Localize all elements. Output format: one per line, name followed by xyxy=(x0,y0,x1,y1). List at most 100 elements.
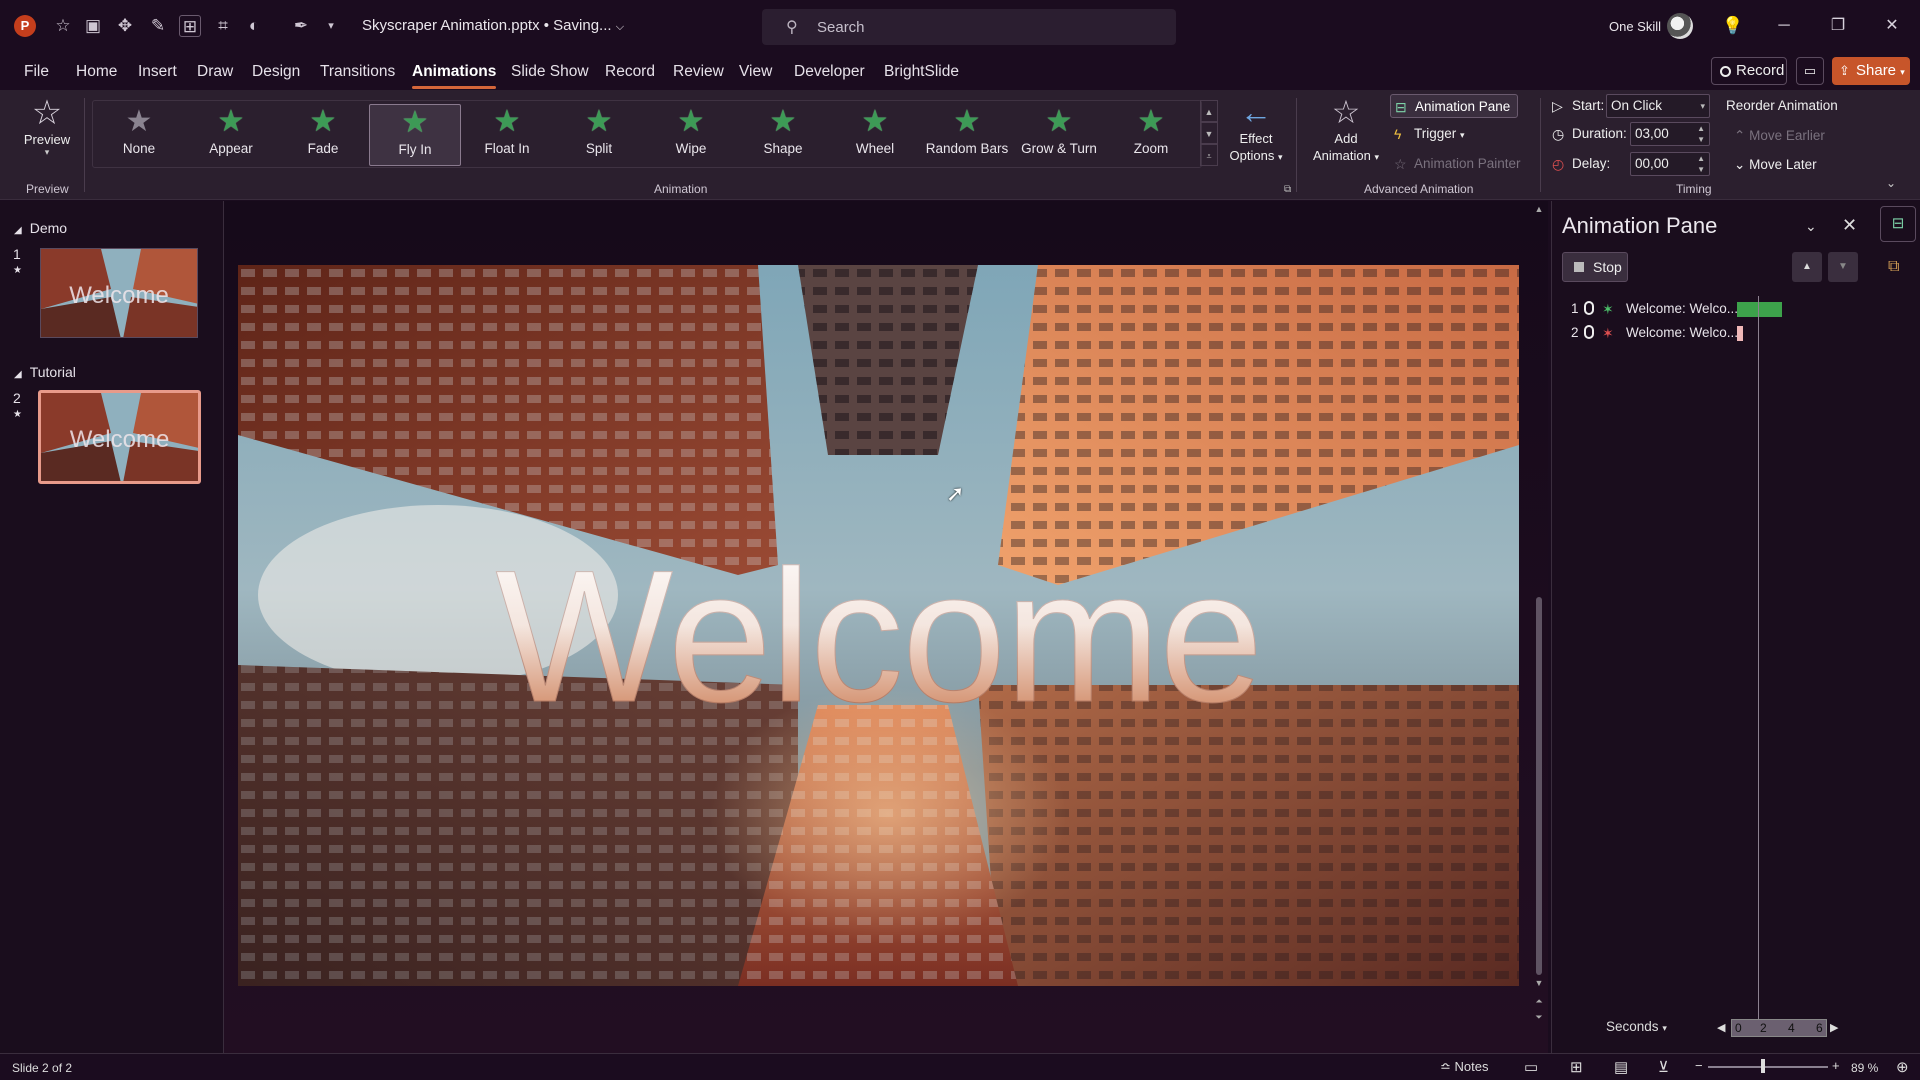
tab-record[interactable]: Record xyxy=(605,63,655,81)
picture-icon[interactable]: ▣ xyxy=(82,15,104,37)
timeline-bar[interactable] xyxy=(1737,326,1743,341)
customize-toolbar-icon[interactable]: ▾ xyxy=(320,15,342,37)
record-button[interactable]: Record xyxy=(1711,57,1787,85)
tab-transitions[interactable]: Transitions xyxy=(320,63,395,81)
crop-icon[interactable]: ⌗ xyxy=(212,15,234,37)
section-tutorial[interactable]: ◢ Tutorial xyxy=(14,364,76,380)
section-demo[interactable]: ◢ Demo xyxy=(14,220,67,236)
anim-wheel[interactable]: ★ Wheel xyxy=(829,104,921,166)
duration-field[interactable]: 03,00 ▲ ▼ xyxy=(1630,122,1710,146)
anim-wipe[interactable]: ★ Wipe xyxy=(645,104,737,166)
timeline-ruler[interactable]: ◀ 0 2 4 6 ▶ xyxy=(1717,1018,1841,1038)
move-earlier-button[interactable]: ⌃ Move Earlier xyxy=(1734,128,1825,144)
move-down-button[interactable]: ▼ xyxy=(1828,252,1858,282)
vertical-scrollbar[interactable]: ▲ ▼ ⏶ ⏷ xyxy=(1532,204,1546,1030)
anim-appear[interactable]: ★ Appear xyxy=(185,104,277,166)
ruler-right-icon[interactable]: ▶ xyxy=(1830,1018,1838,1038)
start-dropdown[interactable]: On Click ▾ xyxy=(1606,94,1710,118)
share-button[interactable]: ⇪ Share ▾ xyxy=(1832,57,1910,85)
anim-zoom[interactable]: ★ Zoom xyxy=(1105,104,1197,166)
reading-view-icon[interactable]: ▤ xyxy=(1614,1058,1628,1076)
tab-draw[interactable]: Draw xyxy=(197,63,233,81)
tab-animations[interactable]: Animations xyxy=(412,63,497,89)
tab-view[interactable]: View xyxy=(739,63,772,81)
comments-button[interactable]: ▭ xyxy=(1796,57,1824,85)
move-icon[interactable]: ✥ xyxy=(114,15,136,37)
pane-options-chevron-icon[interactable]: ⌄ xyxy=(1805,218,1817,235)
slide-sorter-icon[interactable]: ⊞ xyxy=(1570,1058,1583,1076)
animation-list-item[interactable]: 1 ✶ Welcome: Welco... xyxy=(1568,299,1848,319)
minimize-button[interactable]: ─ xyxy=(1764,10,1804,42)
timeline-bar[interactable] xyxy=(1737,302,1782,317)
tab-review[interactable]: Review xyxy=(673,63,724,81)
tab-home[interactable]: Home xyxy=(76,63,117,81)
close-window-button[interactable]: ✕ xyxy=(1872,10,1912,42)
document-title[interactable]: Skyscraper Animation.pptx • Saving... ⌵ xyxy=(362,17,624,34)
stop-button[interactable]: Stop xyxy=(1562,252,1628,282)
anim-random-bars[interactable]: ★ Random Bars xyxy=(921,104,1013,166)
fit-slide-icon[interactable]: ⊕ xyxy=(1896,1058,1909,1076)
anim-grow-turn[interactable]: ★ Grow & Turn xyxy=(1013,104,1105,166)
star-icon[interactable]: ☆ xyxy=(52,15,74,37)
tab-file[interactable]: File xyxy=(24,63,49,81)
move-later-button[interactable]: ⌄ Move Later xyxy=(1734,157,1817,173)
user-name[interactable]: One Skill xyxy=(1609,19,1661,34)
zoom-slider[interactable] xyxy=(1708,1066,1828,1068)
tab-design[interactable]: Design xyxy=(252,63,300,81)
seconds-dropdown[interactable]: Seconds ▾ xyxy=(1606,1019,1667,1034)
dialog-launcher-icon[interactable]: ⧉ xyxy=(1284,184,1291,195)
normal-view-icon[interactable]: ▭ xyxy=(1524,1058,1538,1076)
animation-painter-button[interactable]: ☆ Animation Painter xyxy=(1390,152,1521,176)
add-animation-button[interactable]: ☆ Add Animation ▾ xyxy=(1300,94,1392,174)
slide-canvas[interactable]: Welcome xyxy=(238,265,1519,986)
previous-slide-icon[interactable]: ⏶ xyxy=(1532,996,1546,1007)
selection-pane-icon[interactable]: ⧉ xyxy=(1888,258,1899,276)
anim-none[interactable]: ★ None xyxy=(93,104,185,166)
preview-button[interactable]: ☆ Preview ▾ xyxy=(12,94,82,174)
zoom-out-icon[interactable]: − xyxy=(1695,1058,1703,1073)
animation-pane-button[interactable]: ⊟ Animation Pane xyxy=(1390,94,1518,118)
shape-fill-icon[interactable]: ◐ xyxy=(243,15,265,37)
gallery-up-icon[interactable]: ▲ xyxy=(1200,100,1218,122)
gallery-more-icon[interactable]: ⩡ xyxy=(1200,144,1218,166)
anim-fade[interactable]: ★ Fade xyxy=(277,104,369,166)
scroll-up-icon[interactable]: ▲ xyxy=(1532,204,1546,214)
trigger-button[interactable]: ϟ Trigger ▾ xyxy=(1390,122,1465,146)
notes-button[interactable]: ≏ Notes xyxy=(1440,1059,1489,1075)
ruler-left-icon[interactable]: ◀ xyxy=(1717,1018,1725,1038)
pen-tool-icon[interactable]: ✎ xyxy=(147,15,169,37)
slide-thumbnail-2[interactable]: Welcome xyxy=(38,390,201,484)
animation-pane-toggle-icon[interactable]: ⊟ xyxy=(1880,206,1916,242)
slide-title-text[interactable]: Welcome xyxy=(238,528,1519,744)
spinner-icon[interactable]: ▲ ▼ xyxy=(1697,123,1705,145)
gallery-down-icon[interactable]: ▼ xyxy=(1200,122,1218,144)
avatar[interactable] xyxy=(1667,13,1693,39)
zoom-slider-handle[interactable] xyxy=(1761,1059,1765,1073)
next-slide-icon[interactable]: ⏷ xyxy=(1532,1012,1546,1023)
tab-slide-show[interactable]: Slide Show xyxy=(511,63,589,81)
move-up-button[interactable]: ▲ xyxy=(1792,252,1822,282)
effect-options-button[interactable]: ← Effect Options ▾ xyxy=(1228,94,1284,174)
collapse-ribbon-icon[interactable]: ⌄ xyxy=(1886,176,1896,190)
eyedropper-icon[interactable]: ✒ xyxy=(290,15,312,37)
zoom-in-icon[interactable]: + xyxy=(1832,1058,1840,1073)
scroll-down-icon[interactable]: ▼ xyxy=(1532,978,1546,988)
align-icon[interactable]: ⊞ xyxy=(179,15,201,37)
tab-developer[interactable]: Developer xyxy=(794,63,865,81)
anim-fly-in[interactable]: ★ Fly In xyxy=(369,104,461,166)
anim-shape[interactable]: ★ Shape xyxy=(737,104,829,166)
slideshow-icon[interactable]: ⊻ xyxy=(1658,1058,1669,1076)
zoom-level[interactable]: 89 % xyxy=(1851,1061,1878,1075)
gallery-scroll[interactable]: ▲ ▼ ⩡ xyxy=(1200,100,1218,168)
tab-brightslide[interactable]: BrightSlide xyxy=(884,63,959,81)
search-input[interactable]: ⚲ Search xyxy=(762,9,1176,45)
close-pane-icon[interactable]: ✕ xyxy=(1842,215,1857,236)
spinner-icon[interactable]: ▲ ▼ xyxy=(1697,153,1705,175)
scrollbar-thumb[interactable] xyxy=(1536,597,1542,975)
lightbulb-icon[interactable]: 💡 xyxy=(1722,15,1744,37)
tab-insert[interactable]: Insert xyxy=(138,63,177,81)
anim-float-in[interactable]: ★ Float In xyxy=(461,104,553,166)
anim-split[interactable]: ★ Split xyxy=(553,104,645,166)
slide-thumbnail-1[interactable]: Welcome xyxy=(40,248,198,338)
delay-field[interactable]: 00,00 ▲ ▼ xyxy=(1630,152,1710,176)
